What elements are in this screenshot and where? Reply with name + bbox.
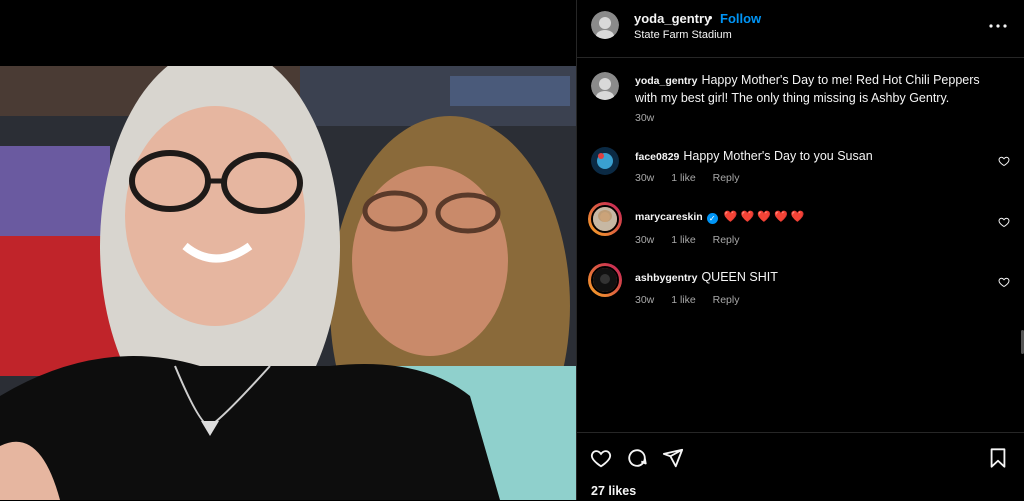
- separator-dot: •: [708, 10, 713, 25]
- reply-button[interactable]: Reply: [713, 172, 740, 184]
- comment-meta: 30w 1 like Reply: [635, 294, 753, 306]
- post-sidebar: yoda_gentry • Follow State Farm Stadium …: [577, 0, 1024, 500]
- comment-time[interactable]: 30w: [635, 234, 654, 246]
- post-header: yoda_gentry • Follow State Farm Stadium: [577, 0, 1024, 58]
- comment-text: Happy Mother's Day to you Susan: [683, 149, 873, 163]
- caption-meta: 30w: [635, 112, 668, 124]
- comment-text: QUEEN SHIT: [701, 270, 778, 284]
- post-location[interactable]: State Farm Stadium: [634, 29, 732, 41]
- comment-text-block: face0829 Happy Mother's Day to you Susan: [635, 148, 1000, 166]
- comment-username[interactable]: marycareskin: [635, 211, 703, 223]
- author-avatar[interactable]: [591, 11, 619, 39]
- comment-like-heart-icon[interactable]: [998, 215, 1010, 228]
- comment-username[interactable]: ashbygentry: [635, 272, 697, 284]
- share-icon[interactable]: [662, 447, 684, 469]
- reply-button[interactable]: Reply: [713, 234, 740, 246]
- likes-count[interactable]: 27 likes: [591, 484, 636, 498]
- comment-meta: 30w 1 like Reply: [635, 234, 753, 246]
- post-photo[interactable]: [0, 66, 576, 500]
- comment-row: marycareskin ✓ ❤️ ❤️ ❤️ ❤️ ❤️ 30w 1 like R…: [577, 202, 1024, 254]
- comment-text-block: ashbygentry QUEEN SHIT: [635, 269, 1000, 287]
- more-options-icon[interactable]: [986, 14, 1010, 38]
- comment-row: ashbygentry QUEEN SHIT 30w 1 like Reply: [577, 263, 1024, 315]
- follow-button[interactable]: Follow: [720, 11, 761, 26]
- comment-likes[interactable]: 1 like: [671, 234, 696, 246]
- comment-time[interactable]: 30w: [635, 172, 654, 184]
- caption-avatar[interactable]: [591, 72, 619, 100]
- comment-username[interactable]: face0829: [635, 151, 679, 163]
- bookmark-icon[interactable]: [987, 447, 1009, 469]
- commenter-avatar[interactable]: [591, 147, 619, 175]
- post-actions: 27 likes: [577, 432, 1024, 501]
- verified-badge-icon: ✓: [706, 213, 718, 224]
- comment-likes[interactable]: 1 like: [671, 172, 696, 184]
- caption-time[interactable]: 30w: [635, 112, 654, 124]
- comment-row: face0829 Happy Mother's Day to you Susan …: [577, 147, 1024, 197]
- reply-button[interactable]: Reply: [713, 294, 740, 306]
- author-username[interactable]: yoda_gentry: [634, 11, 711, 26]
- comment-like-heart-icon[interactable]: [998, 154, 1010, 167]
- caption-text-block: yoda_gentry Happy Mother's Day to me! Red…: [635, 72, 1000, 107]
- comment-text: ❤️ ❤️ ❤️ ❤️ ❤️: [723, 211, 805, 223]
- comment-text-block: marycareskin ✓ ❤️ ❤️ ❤️ ❤️ ❤️: [635, 208, 1000, 226]
- caption-row: yoda_gentry Happy Mother's Day to me! Red…: [577, 72, 1024, 132]
- comment-meta: 30w 1 like Reply: [635, 172, 753, 184]
- commenter-avatar[interactable]: [591, 266, 619, 294]
- comment-like-heart-icon[interactable]: [998, 275, 1010, 288]
- post-media: [0, 0, 576, 500]
- caption-username[interactable]: yoda_gentry: [635, 75, 697, 87]
- comment-likes[interactable]: 1 like: [671, 294, 696, 306]
- commenter-avatar[interactable]: [591, 205, 619, 233]
- comment-time[interactable]: 30w: [635, 294, 654, 306]
- comment-icon[interactable]: [626, 447, 648, 469]
- heart-icon[interactable]: [590, 447, 612, 469]
